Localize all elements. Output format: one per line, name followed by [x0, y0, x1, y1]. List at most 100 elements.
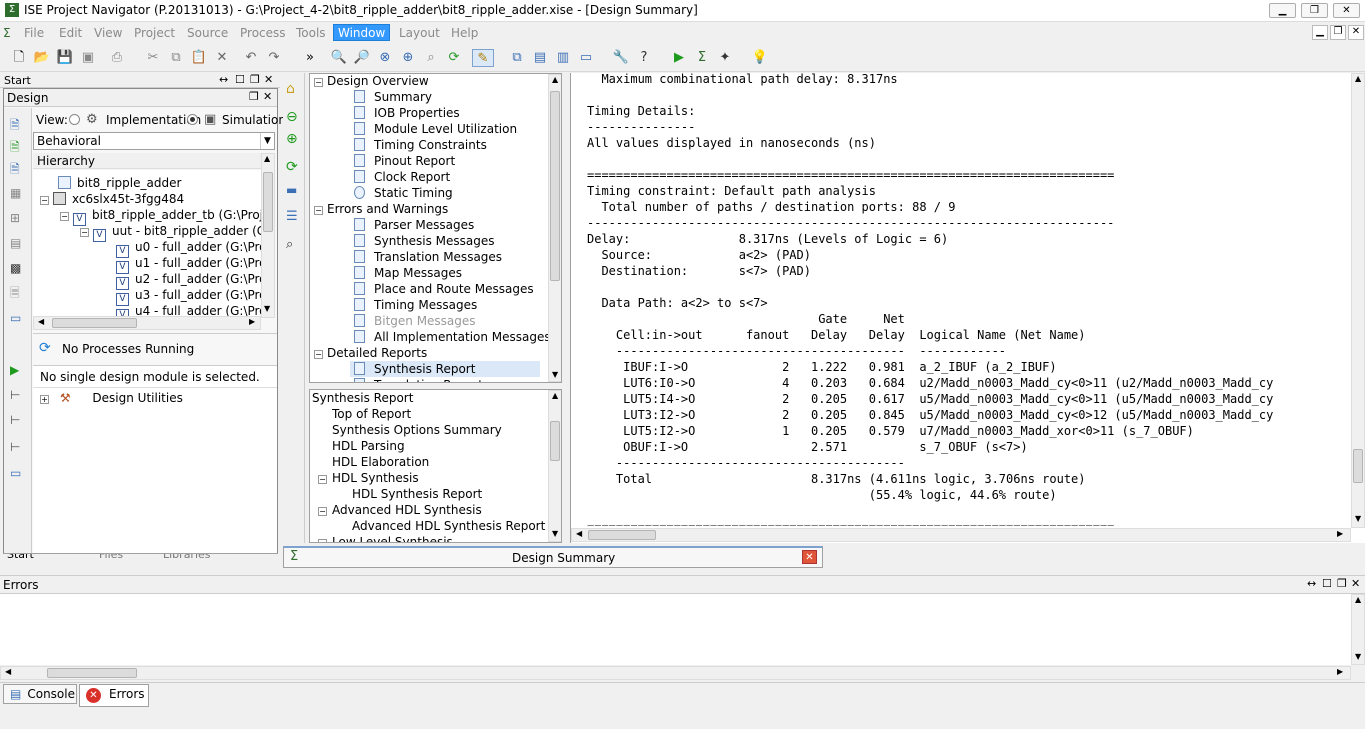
design-utilities-item[interactable]: + ⚒ Design Utilities — [40, 390, 183, 406]
scroll-thumb[interactable] — [263, 172, 273, 232]
tree-item[interactable]: − Vuut - bit8_ripple_adder (G:\ — [80, 223, 274, 242]
help-query-icon[interactable]: ? — [635, 49, 653, 67]
save-all-icon[interactable]: ▣ — [79, 49, 97, 67]
hierarchy-icon[interactable]: ⊞ — [10, 211, 20, 225]
synthesis-report-item[interactable]: HDL Parsing — [332, 438, 405, 454]
close-panel-icon[interactable]: ✕ — [1351, 577, 1360, 590]
report-hscrollbar[interactable]: ◀ ▶ — [571, 528, 1351, 542]
synthesis-report-item[interactable]: − Low Level Synthesis — [318, 534, 453, 542]
scroll-thumb[interactable] — [550, 91, 560, 281]
maximize-button[interactable]: ❐ — [1301, 3, 1328, 18]
save-icon[interactable]: 💾 — [56, 49, 74, 67]
menu-window[interactable]: Window — [333, 24, 391, 41]
process-layout-icon[interactable]: ▭ — [10, 466, 21, 480]
cut-icon[interactable]: ✂ — [144, 49, 162, 67]
mdi-minimize-button[interactable]: ▁ — [1312, 25, 1328, 40]
copy-icon[interactable]: ⧉ — [167, 49, 185, 67]
float-icon[interactable]: ↔ — [219, 73, 228, 86]
redo-icon[interactable]: ↷ — [265, 49, 283, 67]
tree-item[interactable]: Vu2 - full_adder (G:\Proj — [116, 271, 270, 290]
paste-icon[interactable]: 📋 — [190, 49, 208, 67]
delete-icon[interactable]: ✕ — [213, 49, 231, 67]
home-icon[interactable]: ⌂ — [286, 81, 295, 97]
refresh-icon[interactable]: ⟳ — [445, 49, 463, 67]
summary-item[interactable]: Timing Constraints — [354, 137, 487, 153]
synth-tree-vscrollbar[interactable]: ▲ ▼ — [548, 390, 561, 542]
tree-item[interactable]: − Vbit8_ripple_adder_tb (G:\Projec — [60, 207, 275, 226]
window-list-icon[interactable]: ▭ — [577, 49, 595, 67]
tab-libraries[interactable]: Libraries — [163, 554, 211, 561]
summary-item[interactable]: Map Messages — [354, 265, 462, 281]
chip-icon[interactable]: ▩ — [10, 261, 21, 275]
summary-section[interactable]: − Errors and Warnings — [314, 201, 448, 217]
tab-console[interactable]: ▤ Console — [3, 684, 77, 704]
scroll-thumb[interactable] — [47, 668, 137, 678]
summary-item[interactable]: Translation Report — [354, 377, 483, 382]
process-tree3-icon[interactable]: ⊢ — [10, 440, 20, 454]
summary-item[interactable]: Static Timing — [354, 185, 453, 201]
open-folder-icon[interactable]: 📂 — [33, 49, 51, 67]
menu-file[interactable]: File — [20, 25, 48, 42]
refresh-processes-icon[interactable]: ⟳ — [39, 340, 51, 356]
print-icon[interactable]: ⎙ — [108, 49, 126, 67]
menu-layout[interactable]: Layout — [395, 25, 444, 42]
restore-panel-icon[interactable]: ❐ — [249, 90, 259, 103]
maximize-panel-icon[interactable]: ☐ — [235, 73, 245, 86]
back-icon[interactable]: ⊖ — [286, 109, 298, 125]
tree-item[interactable]: Vu0 - full_adder (G:\Proj — [116, 239, 270, 258]
new-source-icon[interactable]: 🗎 — [10, 116, 20, 137]
scroll-up-icon[interactable]: ▲ — [1355, 595, 1361, 604]
collapse-icon[interactable]: − — [314, 78, 323, 87]
errors-hscrollbar[interactable]: ◀ ▶ — [0, 666, 1351, 680]
collapse-icon[interactable]: − — [80, 228, 89, 237]
synthesis-report-item[interactable]: HDL Elaboration — [332, 454, 429, 470]
open-icon[interactable]: ▦ — [10, 186, 21, 200]
scroll-down-icon[interactable]: ▼ — [1355, 514, 1361, 523]
implement-icon[interactable]: Σ — [693, 49, 711, 67]
report-list-icon[interactable]: ☰ — [286, 209, 298, 224]
synthesis-report-item[interactable]: − Advanced HDL Synthesis — [318, 502, 482, 518]
scroll-up-icon[interactable]: ▲ — [1355, 74, 1361, 83]
find-icon[interactable]: ⌕ — [286, 237, 293, 252]
doc-icon[interactable]: 🗏 — [10, 284, 20, 305]
add-copy-icon[interactable]: 🗎 — [10, 160, 20, 181]
scroll-right-icon[interactable]: ▶ — [1337, 529, 1343, 538]
simulation-radio[interactable] — [187, 114, 198, 125]
cascade-icon[interactable]: ⧉ — [508, 49, 526, 67]
minimize-button[interactable]: ▁ — [1269, 3, 1296, 18]
scroll-thumb[interactable] — [550, 421, 560, 461]
chevron-down-icon[interactable]: ▼ — [260, 133, 274, 149]
collapse-icon[interactable]: − — [314, 350, 323, 359]
close-button[interactable]: ✕ — [1333, 3, 1360, 18]
summary-item[interactable]: Clock Report — [354, 169, 450, 185]
view-dropdown[interactable]: Behavioral ▼ — [33, 132, 275, 150]
summary-item[interactable]: Timing Messages — [354, 297, 477, 313]
tree-item[interactable]: Vu1 - full_adder (G:\Proj — [116, 255, 270, 274]
toolbar-overflow-icon[interactable]: » — [301, 49, 319, 67]
tile-vertical-icon[interactable]: ▥ — [554, 49, 572, 67]
zoom-select-icon[interactable]: ⌕ — [422, 49, 440, 67]
scroll-thumb[interactable] — [1353, 449, 1363, 483]
summary-item[interactable]: Summary — [354, 89, 432, 105]
scroll-up-icon[interactable]: ▲ — [264, 154, 270, 163]
summary-item[interactable]: Bitgen Messages — [354, 313, 476, 329]
report-vscrollbar[interactable]: ▲ ▼ — [1351, 73, 1365, 528]
run-process-icon[interactable]: ▶ — [10, 363, 19, 377]
scroll-left-icon[interactable]: ◀ — [576, 529, 582, 538]
scroll-up-icon[interactable]: ▲ — [552, 391, 558, 400]
hierarchy-vscrollbar[interactable]: ▲ ▼ — [261, 153, 275, 318]
menu-tools[interactable]: Tools — [292, 25, 330, 42]
close-panel-icon[interactable]: ✕ — [264, 73, 273, 86]
tab-files[interactable]: Files — [99, 554, 123, 561]
implementation-radio[interactable] — [69, 114, 80, 125]
scroll-thumb[interactable] — [52, 318, 137, 328]
summary-item[interactable]: Pinout Report — [354, 153, 455, 169]
close-panel-icon[interactable]: ✕ — [263, 90, 272, 103]
scroll-down-icon[interactable]: ▼ — [552, 370, 558, 379]
probe-icon[interactable]: ✦ — [716, 49, 734, 67]
menu-process[interactable]: Process — [236, 25, 290, 42]
scroll-right-icon[interactable]: ▶ — [249, 317, 255, 326]
process-tree-icon[interactable]: ⊢ — [10, 388, 20, 402]
add-source-icon[interactable]: 🗎 — [10, 138, 20, 159]
restore-panel-icon[interactable]: ❐ — [250, 73, 260, 86]
